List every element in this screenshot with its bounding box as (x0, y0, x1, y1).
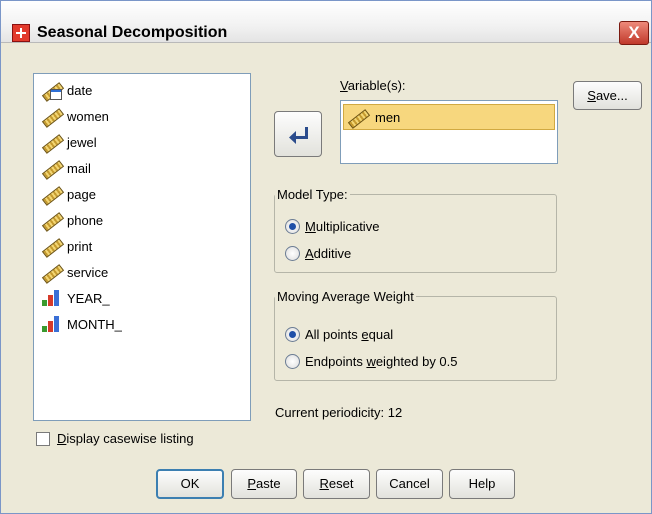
ok-button[interactable]: OK (156, 469, 224, 499)
scale-ruler-icon (41, 184, 61, 204)
paste-button[interactable]: Paste (231, 469, 297, 499)
source-variable-list[interactable]: date women jewel mail page phone print s… (33, 73, 251, 421)
mnemonic: P (247, 476, 257, 491)
dialog-title: Seasonal Decomposition (37, 24, 228, 41)
list-item-label: date (67, 82, 93, 98)
list-item-service[interactable]: service (41, 260, 241, 284)
label-text: eighted by 0.5 (375, 354, 458, 369)
moving-average-legend: Moving Average Weight (277, 289, 414, 304)
radio-label: Endpoints weighted by 0.5 (305, 354, 458, 369)
list-item-label: YEAR_ (67, 290, 110, 306)
cancel-button[interactable]: Cancel (376, 469, 443, 499)
target-item-men[interactable]: men (343, 104, 555, 130)
close-button[interactable]: X (619, 21, 649, 45)
radio-all-points-equal[interactable]: All points equal (285, 327, 393, 342)
radio-endpoints-weighted[interactable]: Endpoints weighted by 0.5 (285, 354, 458, 369)
date-ruler-icon (41, 80, 62, 100)
current-periodicity-text: Current periodicity: 12 (275, 405, 403, 420)
label-text: ariable(s): (347, 78, 406, 93)
radio-unselected-icon (285, 354, 300, 369)
mnemonic: M (305, 219, 316, 234)
model-type-legend: Model Type: (277, 187, 348, 202)
scale-ruler-icon (347, 107, 367, 127)
list-item-label: phone (67, 212, 104, 228)
ordinal-bars-icon (41, 314, 61, 334)
list-item-year[interactable]: YEAR_ (41, 286, 241, 310)
radio-label: Multiplicative (305, 219, 379, 234)
save-button[interactable]: Save... (573, 81, 642, 110)
mnemonic: D (57, 431, 67, 446)
list-item-label: MONTH_ (67, 316, 122, 332)
seasonal-decomposition-dialog: Seasonal Decomposition X date women jewe… (0, 0, 652, 514)
scale-ruler-icon (41, 236, 61, 256)
ordinal-bars-icon (41, 288, 61, 308)
list-item-print[interactable]: print (41, 234, 241, 258)
label-text: isplay casewise listing (66, 431, 194, 446)
list-item-label: women (67, 108, 109, 124)
radio-additive[interactable]: Additive (285, 246, 351, 261)
label-text: Endpoints (305, 354, 367, 369)
radio-selected-icon (285, 327, 300, 342)
mnemonic: A (305, 246, 314, 261)
button-label: aste (256, 476, 281, 491)
button-label: eset (328, 476, 354, 491)
reset-button[interactable]: Reset (303, 469, 370, 499)
mnemonic: S (587, 88, 596, 103)
label-text: All points (305, 327, 362, 342)
scale-ruler-icon (41, 106, 61, 126)
radio-selected-icon (285, 219, 300, 234)
list-item-label: service (67, 264, 109, 280)
list-item-label: mail (67, 160, 91, 176)
checkbox-label: Display casewise listing (57, 431, 194, 446)
spss-app-icon (12, 24, 30, 42)
mnemonic: V (340, 78, 348, 93)
label-text: dditive (313, 246, 352, 261)
mnemonic: R (319, 476, 329, 491)
list-item-jewel[interactable]: jewel (41, 130, 241, 154)
mnemonic: w (366, 354, 376, 369)
list-item-phone[interactable]: phone (41, 208, 241, 232)
list-item-date[interactable]: date (41, 78, 241, 102)
list-item-label: jewel (67, 134, 97, 150)
help-button[interactable]: Help (449, 469, 515, 499)
scale-ruler-icon (41, 158, 61, 178)
radio-label: All points equal (305, 327, 393, 342)
radio-label: Additive (305, 246, 351, 261)
radio-multiplicative[interactable]: Multiplicative (285, 219, 379, 234)
label-text: qual (368, 327, 394, 342)
list-item-women[interactable]: women (41, 104, 241, 128)
display-casewise-checkbox[interactable]: Display casewise listing (36, 431, 194, 446)
list-item-mail[interactable]: mail (41, 156, 241, 180)
variables-target-list[interactable]: men (340, 100, 558, 164)
arrow-left-icon (289, 127, 308, 144)
label-text: ultiplicative (315, 219, 380, 234)
move-variable-button[interactable] (274, 111, 322, 157)
scale-ruler-icon (41, 132, 61, 152)
title-bar: Seasonal Decomposition X (1, 1, 651, 45)
list-item-label: page (67, 186, 96, 202)
list-item-page[interactable]: page (41, 182, 241, 206)
list-item-month[interactable]: MONTH_ (41, 312, 241, 336)
checkbox-unchecked-icon (36, 431, 50, 446)
scale-ruler-icon (41, 262, 61, 282)
target-item-label: men (375, 109, 401, 125)
button-label: ave... (595, 88, 628, 103)
variables-label: Variable(s): (340, 78, 406, 93)
radio-unselected-icon (285, 246, 300, 261)
list-item-label: print (67, 238, 93, 254)
mnemonic: e (361, 327, 369, 342)
scale-ruler-icon (41, 210, 61, 230)
